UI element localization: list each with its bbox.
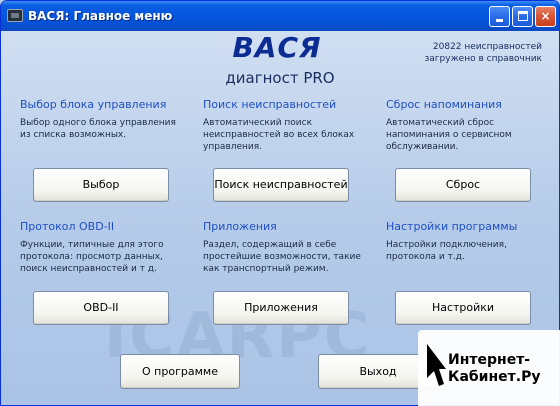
panel-title-select-unit: Выбор блока управления [20, 98, 167, 111]
panel-desc-reset-reminder: Автоматический сброс напоминания о серви… [386, 117, 546, 153]
about-button[interactable]: О программе [120, 354, 240, 389]
panel-title-settings: Настройки программы [386, 220, 518, 233]
app-subtitle: диагност PRO [225, 69, 335, 87]
desc-line: Функции, типичные для этого [20, 240, 164, 250]
app-icon [7, 9, 23, 22]
close-icon: × [540, 9, 551, 23]
desc-line: из списка возможных. [20, 130, 127, 140]
panel-desc-fault-search: Автоматический поиск неисправностей во в… [203, 117, 373, 153]
desc-line: Настройки подключения, [386, 240, 507, 250]
cursor-arrow-icon [427, 344, 446, 386]
panel-title-applications: Приложения [203, 220, 277, 233]
desc-line: напоминания о сервисном [386, 130, 512, 140]
maximize-button[interactable] [512, 6, 533, 27]
close-button[interactable]: × [535, 6, 556, 27]
desc-line: обслуживании. [386, 142, 459, 152]
select-button[interactable]: Выбор [33, 168, 169, 202]
desc-line: как транспортный режим. [203, 264, 329, 274]
site-watermark-badge: Интернет- Кабинет.Ру [418, 330, 560, 406]
panel-desc-obd2: Функции, типичные для этого протокола: п… [20, 239, 196, 275]
panel-title-obd2: Протокол OBD-II [20, 220, 115, 233]
panel-title-fault-search: Поиск неисправностей [203, 98, 337, 111]
title-bar[interactable]: ВАСЯ: Главное меню × [1, 1, 559, 31]
desc-line: Автоматический сброс [386, 118, 495, 128]
minimize-button[interactable] [489, 6, 510, 27]
panel-desc-applications: Раздел, содержащий в себе простейшие воз… [203, 239, 379, 275]
desc-line: простейшие возможности, такие [203, 252, 361, 262]
desc-line: неисправностей во всех блоках [203, 130, 355, 140]
maximize-icon [518, 11, 528, 21]
site-watermark-text: Интернет- Кабинет.Ру [448, 352, 540, 386]
desc-line: Выбор одного блока управления [20, 118, 176, 128]
desc-line: протокола и т.д. [386, 252, 465, 262]
minimize-icon [496, 19, 503, 22]
site-line-2: Кабинет.Ру [448, 369, 541, 385]
panel-title-reset-reminder: Сброс напоминания [386, 98, 502, 111]
fault-search-button[interactable]: Поиск неисправностей [213, 168, 349, 202]
window-title: ВАСЯ: Главное меню [28, 9, 173, 23]
panel-desc-select-unit: Выбор одного блока управления из списка … [20, 117, 190, 141]
settings-button[interactable]: Настройки [395, 291, 531, 325]
desc-line: протокола: просмотр данных, [20, 252, 163, 262]
reset-button[interactable]: Сброс [395, 168, 531, 202]
site-line-1: Интернет- [448, 352, 531, 368]
applications-button[interactable]: Приложения [213, 291, 349, 325]
fault-count-caption: загружено в справочник [424, 54, 543, 64]
desc-line: управления. [203, 142, 263, 152]
panel-desc-settings: Настройки подключения, протокола и т.д. [386, 239, 546, 263]
fault-count-line: 20822 неисправностей [432, 42, 542, 52]
desc-line: Автоматический поиск [203, 118, 313, 128]
obd2-button[interactable]: OBD-II [33, 291, 169, 325]
desc-line: Раздел, содержащий в себе [203, 240, 337, 250]
desc-line: поиск неисправностей и т д. [20, 264, 157, 274]
fault-count-info: 20822 неисправностей загружено в справоч… [410, 41, 543, 65]
